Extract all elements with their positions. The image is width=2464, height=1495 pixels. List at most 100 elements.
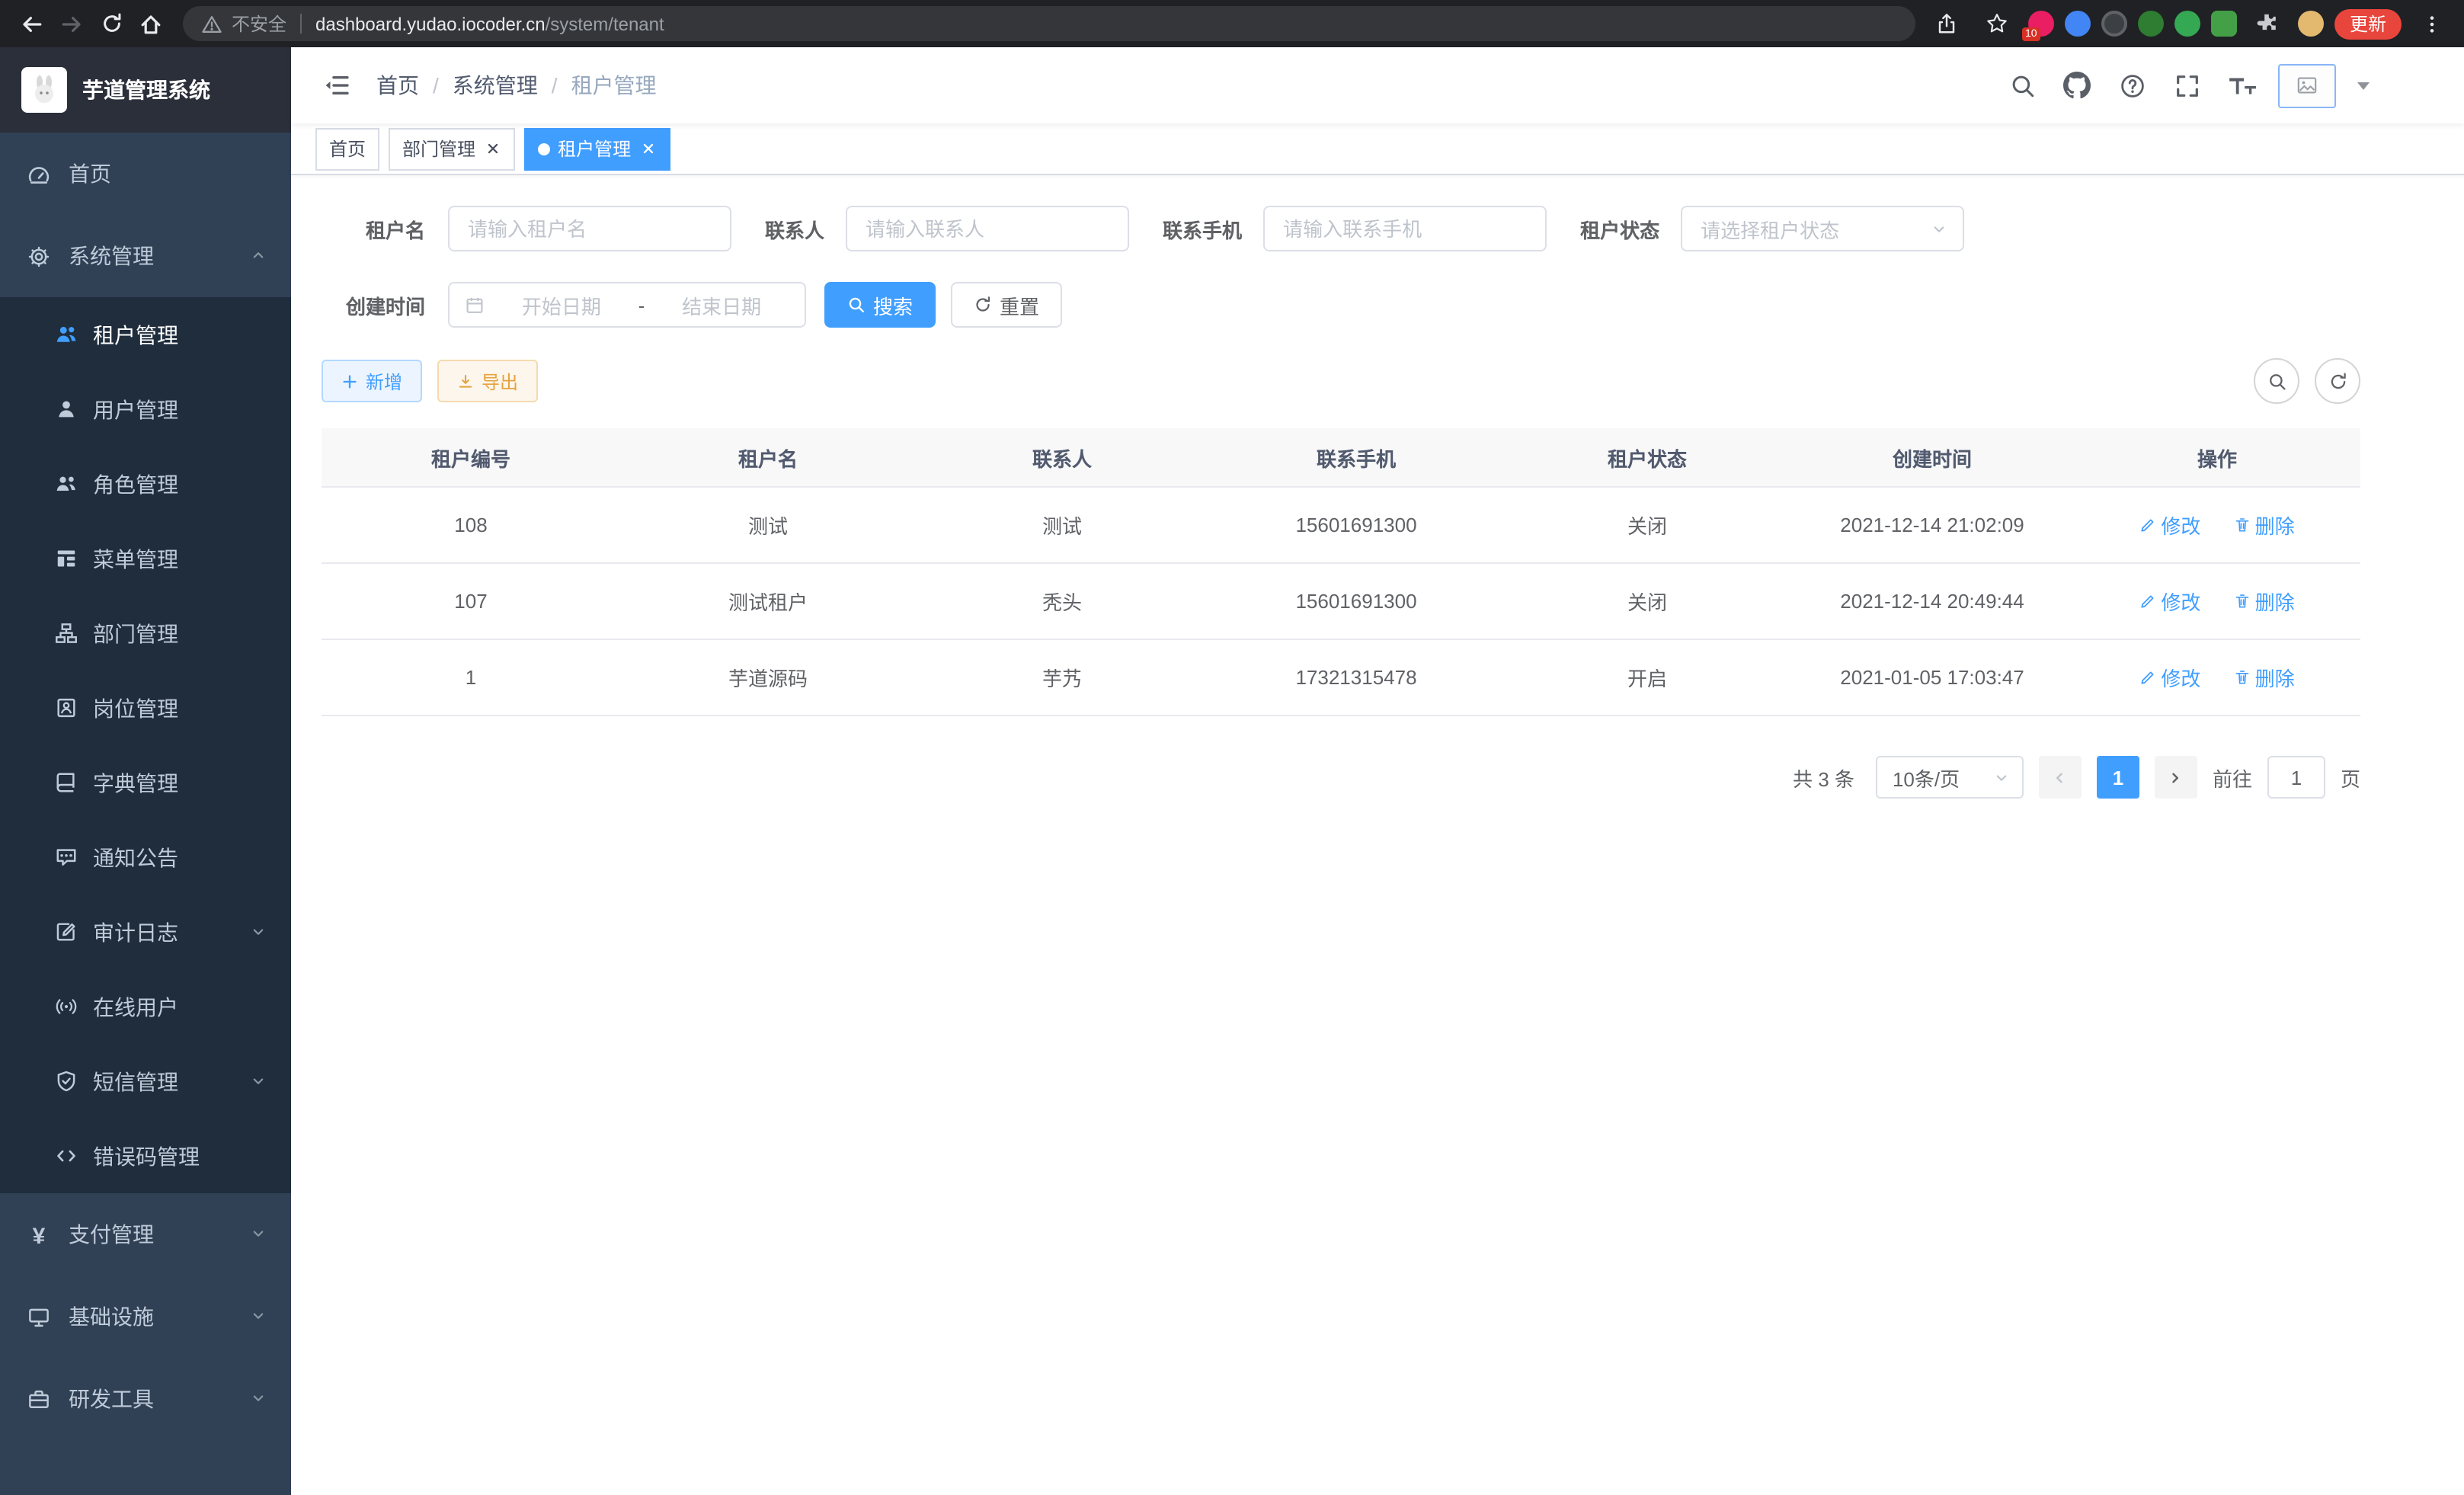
sidebar-item-sms[interactable]: 短信管理 bbox=[0, 1044, 291, 1119]
sidebar-item-notice[interactable]: 通知公告 bbox=[0, 820, 291, 895]
fullscreen-icon[interactable] bbox=[2168, 67, 2205, 104]
goto-page-input[interactable] bbox=[2267, 756, 2325, 799]
help-icon[interactable] bbox=[2114, 67, 2150, 104]
profile-avatar[interactable] bbox=[2298, 11, 2324, 37]
sidebar-item-system[interactable]: 系统管理 bbox=[0, 215, 291, 297]
delete-link[interactable]: 删除 bbox=[2234, 511, 2295, 539]
sidebar-item-online-user[interactable]: 在线用户 bbox=[0, 969, 291, 1044]
sidebar-item-infrastructure[interactable]: 基础设施 bbox=[0, 1276, 291, 1358]
sidebar-item-role[interactable]: 角色管理 bbox=[0, 447, 291, 521]
edit-link[interactable]: 修改 bbox=[2139, 663, 2200, 692]
edit-link[interactable]: 修改 bbox=[2139, 587, 2200, 616]
edit-icon bbox=[2139, 593, 2156, 610]
header-search-icon[interactable] bbox=[2004, 67, 2040, 104]
close-icon[interactable] bbox=[483, 139, 501, 158]
close-icon[interactable] bbox=[638, 139, 657, 158]
tab-home[interactable]: 首页 bbox=[315, 127, 379, 170]
sidebar-item-label: 审计日志 bbox=[93, 917, 178, 947]
refresh-table-button[interactable] bbox=[2315, 358, 2360, 404]
filter-row-1: 租户名 联系人 联系手机 租户状态 bbox=[322, 206, 2360, 251]
sidebar-item-user[interactable]: 用户管理 bbox=[0, 372, 291, 447]
next-page-button[interactable] bbox=[2155, 756, 2197, 799]
cell-phone: 15601691300 bbox=[1208, 563, 1504, 639]
export-button[interactable]: 导出 bbox=[437, 360, 538, 402]
status-select[interactable]: 请选择租户状态 bbox=[1681, 206, 1964, 251]
address-bar[interactable]: 不安全 dashboard.yudao.iocoder.cn /system/t… bbox=[183, 6, 1915, 41]
prev-page-button[interactable] bbox=[2039, 756, 2082, 799]
shield-icon bbox=[55, 1070, 78, 1093]
tab-dept[interactable]: 部门管理 bbox=[389, 127, 515, 170]
contact-input[interactable] bbox=[846, 206, 1129, 251]
app-logo[interactable]: 芋道管理系统 bbox=[0, 47, 291, 133]
extension-icon-6[interactable] bbox=[2211, 11, 2237, 37]
search-button[interactable]: 搜索 bbox=[824, 282, 936, 328]
security-warning-label: 不安全 bbox=[232, 11, 286, 37]
sidebar-item-devtools[interactable]: 研发工具 bbox=[0, 1358, 291, 1440]
breadcrumb-system[interactable]: 系统管理 bbox=[453, 70, 538, 101]
tenant-name-input[interactable] bbox=[448, 206, 731, 251]
sidebar-toggle-icon[interactable] bbox=[312, 61, 361, 110]
extensions-puzzle-icon[interactable] bbox=[2248, 4, 2287, 43]
column-header: 租户状态 bbox=[1504, 428, 1790, 487]
browser-forward-icon[interactable] bbox=[52, 4, 91, 43]
add-button[interactable]: 新增 bbox=[322, 360, 422, 402]
sidebar-item-dept[interactable]: 部门管理 bbox=[0, 596, 291, 671]
sidebar-item-tenant[interactable]: 租户管理 bbox=[0, 297, 291, 372]
delete-link[interactable]: 删除 bbox=[2234, 663, 2295, 692]
browser-menu-icon[interactable] bbox=[2412, 4, 2452, 43]
filter-create-time: 创建时间 开始日期 - 结束日期 bbox=[322, 282, 806, 328]
user-avatar[interactable] bbox=[2278, 63, 2336, 107]
sidebar-item-post[interactable]: 岗位管理 bbox=[0, 671, 291, 745]
sidebar-item-payment[interactable]: ¥ 支付管理 bbox=[0, 1193, 291, 1276]
edit-link[interactable]: 修改 bbox=[2139, 511, 2200, 539]
tenant-name-label: 租户名 bbox=[322, 214, 425, 243]
dropdown-caret-icon[interactable] bbox=[2357, 82, 2370, 89]
refresh-icon bbox=[974, 296, 992, 314]
org-tree-icon bbox=[55, 622, 78, 645]
browser-refresh-icon[interactable] bbox=[91, 4, 131, 43]
page-size-select[interactable]: 10条/页 bbox=[1876, 756, 2024, 799]
browser-home-icon[interactable] bbox=[131, 4, 171, 43]
bookmark-star-icon[interactable] bbox=[1978, 4, 2018, 43]
extension-icon-4[interactable] bbox=[2138, 11, 2164, 37]
status-label: 租户状态 bbox=[1580, 214, 1659, 243]
chevron-down-icon bbox=[1931, 220, 1947, 237]
browser-back-icon[interactable] bbox=[12, 4, 52, 43]
extension-icon-1[interactable]: 10 bbox=[2028, 11, 2054, 37]
breadcrumb-separator: / bbox=[552, 73, 558, 98]
tab-label: 首页 bbox=[329, 136, 366, 162]
extension-icon-2[interactable] bbox=[2065, 11, 2091, 37]
sidebar-item-error-code[interactable]: 错误码管理 bbox=[0, 1119, 291, 1193]
cell-status: 开启 bbox=[1504, 639, 1790, 715]
delete-link[interactable]: 删除 bbox=[2234, 587, 2295, 616]
extension-icon-3[interactable] bbox=[2101, 11, 2127, 37]
toggle-search-button[interactable] bbox=[2254, 358, 2299, 404]
pagination-total: 共 3 条 bbox=[1793, 763, 1854, 792]
sidebar-item-dict[interactable]: 字典管理 bbox=[0, 745, 291, 820]
sidebar-item-label: 用户管理 bbox=[93, 394, 178, 424]
sidebar-item-home[interactable]: 首页 bbox=[0, 133, 291, 215]
github-icon[interactable] bbox=[2059, 67, 2095, 104]
reset-button[interactable]: 重置 bbox=[951, 282, 1062, 328]
page-number-button[interactable]: 1 bbox=[2097, 756, 2139, 799]
screen: 不安全 dashboard.yudao.iocoder.cn /system/t… bbox=[0, 0, 2464, 1495]
sidebar-item-menu[interactable]: 菜单管理 bbox=[0, 521, 291, 596]
sidebar-item-audit-log[interactable]: 审计日志 bbox=[0, 895, 291, 969]
extension-icon-5[interactable] bbox=[2174, 11, 2200, 37]
column-header: 操作 bbox=[2074, 428, 2360, 487]
update-button[interactable]: 更新 bbox=[2334, 8, 2402, 39]
breadcrumb-home[interactable]: 首页 bbox=[376, 70, 419, 101]
font-size-icon[interactable] bbox=[2223, 67, 2260, 104]
chevron-down-icon bbox=[250, 920, 267, 944]
main-area: 首页 / 系统管理 / 租户管理 bbox=[291, 47, 2464, 1495]
system-submenu: 租户管理 用户管理 角色管理 bbox=[0, 297, 291, 1193]
tab-tenant[interactable]: 租户管理 bbox=[524, 127, 670, 170]
sidebar-item-label: 在线用户 bbox=[93, 991, 178, 1022]
sidebar-item-label: 短信管理 bbox=[93, 1066, 178, 1096]
url-path: /system/tenant bbox=[546, 13, 664, 34]
phone-input[interactable] bbox=[1263, 206, 1547, 251]
share-icon[interactable] bbox=[1928, 4, 1967, 43]
sidebar-item-label: 基础设施 bbox=[69, 1301, 154, 1332]
trash-icon bbox=[2234, 517, 2251, 533]
date-range-picker[interactable]: 开始日期 - 结束日期 bbox=[448, 282, 806, 328]
